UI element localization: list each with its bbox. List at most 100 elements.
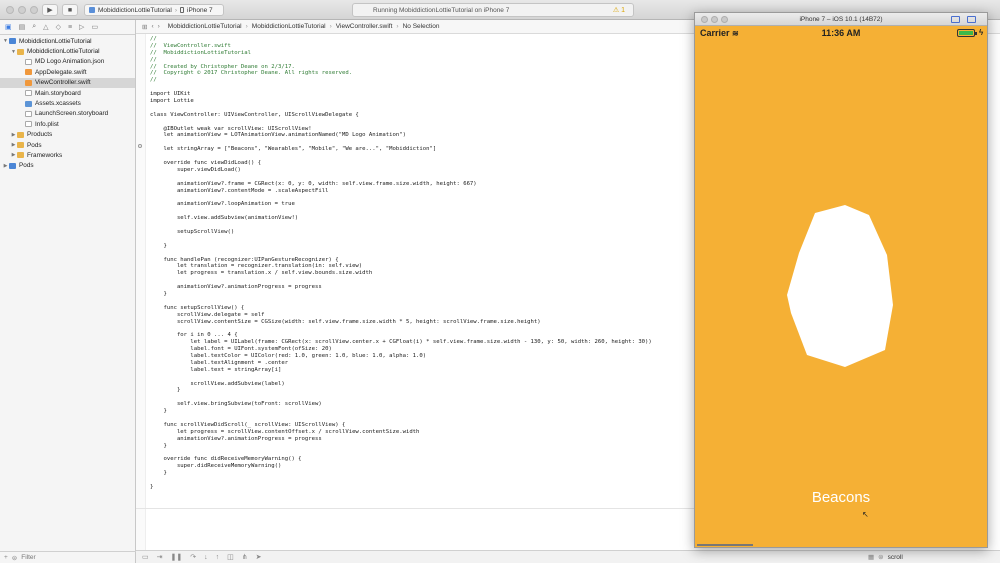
navigator-item[interactable]: ▼ MobiddictionLottieTutorial [0,46,135,56]
filter-icon: ⊜ [11,554,18,562]
code-line: // ViewController.swift [150,42,231,49]
app-icon [89,7,95,13]
jump-crumb-3[interactable]: No Selection [403,23,440,30]
stop-icon: ■ [67,6,73,14]
disclosure-closed-icon[interactable]: ▶ [10,142,17,148]
report-icon[interactable]: ▭ [91,23,98,31]
rotate-icon[interactable] [967,16,976,23]
variable-filter-text[interactable]: scroll [888,554,903,561]
symbol-icon[interactable]: ▤ [19,23,26,31]
folder-icon[interactable]: ▣ [5,23,12,31]
code-line: animationView?.frame = CGRect(x: 0, y: 0… [150,180,477,187]
step-out-icon[interactable]: ↑ [216,554,220,561]
code-line: // Created by Christopher Deane on 2/3/1… [150,63,295,70]
line-gutter[interactable] [136,34,146,550]
folder-file-icon [17,152,24,159]
screenshot-icon[interactable] [951,16,960,23]
panel-toggle-icon[interactable]: ▭ [142,553,149,561]
ios-simulator-window[interactable]: iPhone 7 – iOS 10.1 (14B72) Carrier ≋ 11… [694,12,988,548]
navigator-item[interactable]: Assets.xcassets [0,98,135,108]
location-icon[interactable]: ➤ [256,553,262,561]
jump-crumb-0[interactable]: MobiddictionLottieTutorial [168,23,242,30]
navigator-filter-input[interactable] [21,554,112,561]
navigator-item-label: MobiddictionLottieTutorial [27,48,100,56]
navigator-item[interactable]: ▶ Pods [0,161,135,171]
window-zoom-button[interactable] [30,6,38,14]
variable-filter[interactable]: ▦ ⊜ scroll [868,553,903,562]
sb-file-icon [25,110,32,117]
navigator-item[interactable]: ▶ Frameworks [0,150,135,160]
disclosure-open-icon[interactable]: ▼ [2,38,9,44]
jump-crumb-1[interactable]: MobiddictionLottieTutorial [252,23,326,30]
folder-file-icon [17,131,24,138]
navigator-item[interactable]: LaunchScreen.storyboard [0,109,135,119]
window-minimize-button[interactable] [18,6,26,14]
device-icon [180,7,184,13]
disclosure-closed-icon[interactable]: ▶ [10,152,17,158]
code-line: label.textAlignment = .center [150,359,289,366]
play-icon: ▶ [47,7,53,14]
debug-icon[interactable]: ≡ [68,24,72,31]
breakpoints-icon[interactable]: ⇥ [157,553,163,561]
navigator-item-label: Main.storyboard [35,89,81,97]
code-line: setupScrollView() [150,228,235,235]
simulator-minimize-button[interactable] [711,16,718,23]
code-text[interactable]: //// ViewController.swift// Mobiddiction… [150,36,652,491]
disclosure-closed-icon[interactable]: ▶ [10,132,17,138]
status-time: 11:36 AM [821,28,861,38]
navigator-item-label: LaunchScreen.storyboard [35,110,109,118]
swift-file-icon [25,79,32,86]
scheme-selector[interactable]: MobiddictionLottieTutorial › iPhone 7 [84,4,224,16]
related-items-icon[interactable]: ⊞ [142,23,147,31]
navigator-item[interactable]: ▶ Products [0,130,135,140]
activity-viewer: Running MobiddictionLottieTutorial on iP… [352,3,634,17]
forward-icon[interactable]: › [158,23,160,30]
navigator-item[interactable]: ViewController.swift [0,77,135,88]
code-line: for i in 0 ... 4 { [150,332,238,339]
test-icon[interactable]: ◇ [56,23,61,31]
simulator-zoom-button[interactable] [721,16,728,23]
view-debugger-icon[interactable]: ◫ [227,553,234,561]
navigator-item[interactable]: ▼ MobiddictionLottieTutorial [0,36,135,46]
stop-button[interactable]: ■ [62,4,78,16]
disclosure-open-icon[interactable]: ▼ [10,49,17,55]
code-line: let translation = recognizer.translation… [150,263,363,270]
navigator-item[interactable]: ▶ Pods [0,140,135,150]
step-in-icon[interactable]: ↓ [204,554,208,561]
navigator-item[interactable]: AppDelegate.swift [0,67,135,77]
navigator-item[interactable]: MD Logo Animation.json [0,57,135,67]
issue-icon[interactable]: △ [43,23,48,31]
back-icon[interactable]: ‹ [151,23,153,30]
warning-indicator[interactable]: ⚠ 1 [613,6,625,14]
breakpoint-icon[interactable]: ▷ [79,23,84,31]
view-toggle-icon[interactable]: ▦ [868,553,874,561]
disclosure-closed-icon[interactable]: ▶ [2,163,9,169]
navigator-item[interactable]: Info.plist [0,119,135,129]
code-line: let label = UILabel(frame: CGRect(x: scr… [150,339,652,346]
simulator-titlebar[interactable]: iPhone 7 – iOS 10.1 (14B72) [695,13,987,26]
code-line: } [150,242,167,249]
code-line: label.text = stringArray[i] [150,366,282,373]
memory-graph-icon[interactable]: ⋔ [242,553,248,561]
jump-crumb-2[interactable]: ViewController.swift [336,23,393,30]
code-line: super.didReceiveMemoryWarning() [150,463,282,470]
code-line: let animationView = LOTAnimationView.ani… [150,132,406,139]
code-line: } [150,483,154,490]
code-line: self.view.bringSubview(toFront: scrollVi… [150,401,322,408]
navigator-item[interactable]: Main.storyboard [0,88,135,98]
simulator-close-button[interactable] [701,16,708,23]
horizontal-scroll-indicator[interactable] [697,544,753,546]
navigator-tabs: ▣ ▤ ⌕ △ ◇ ≡ ▷ ▭ [0,20,135,35]
step-over-icon[interactable]: ↷ [190,553,196,561]
pause-icon[interactable]: ❚❚ [171,553,183,561]
add-icon[interactable]: + [4,554,8,561]
run-button[interactable]: ▶ [42,4,58,16]
navigator-item-label: Frameworks [27,151,63,159]
search-icon[interactable]: ⌕ [32,23,36,31]
scheme-device: iPhone 7 [187,6,213,14]
window-close-button[interactable] [6,6,14,14]
